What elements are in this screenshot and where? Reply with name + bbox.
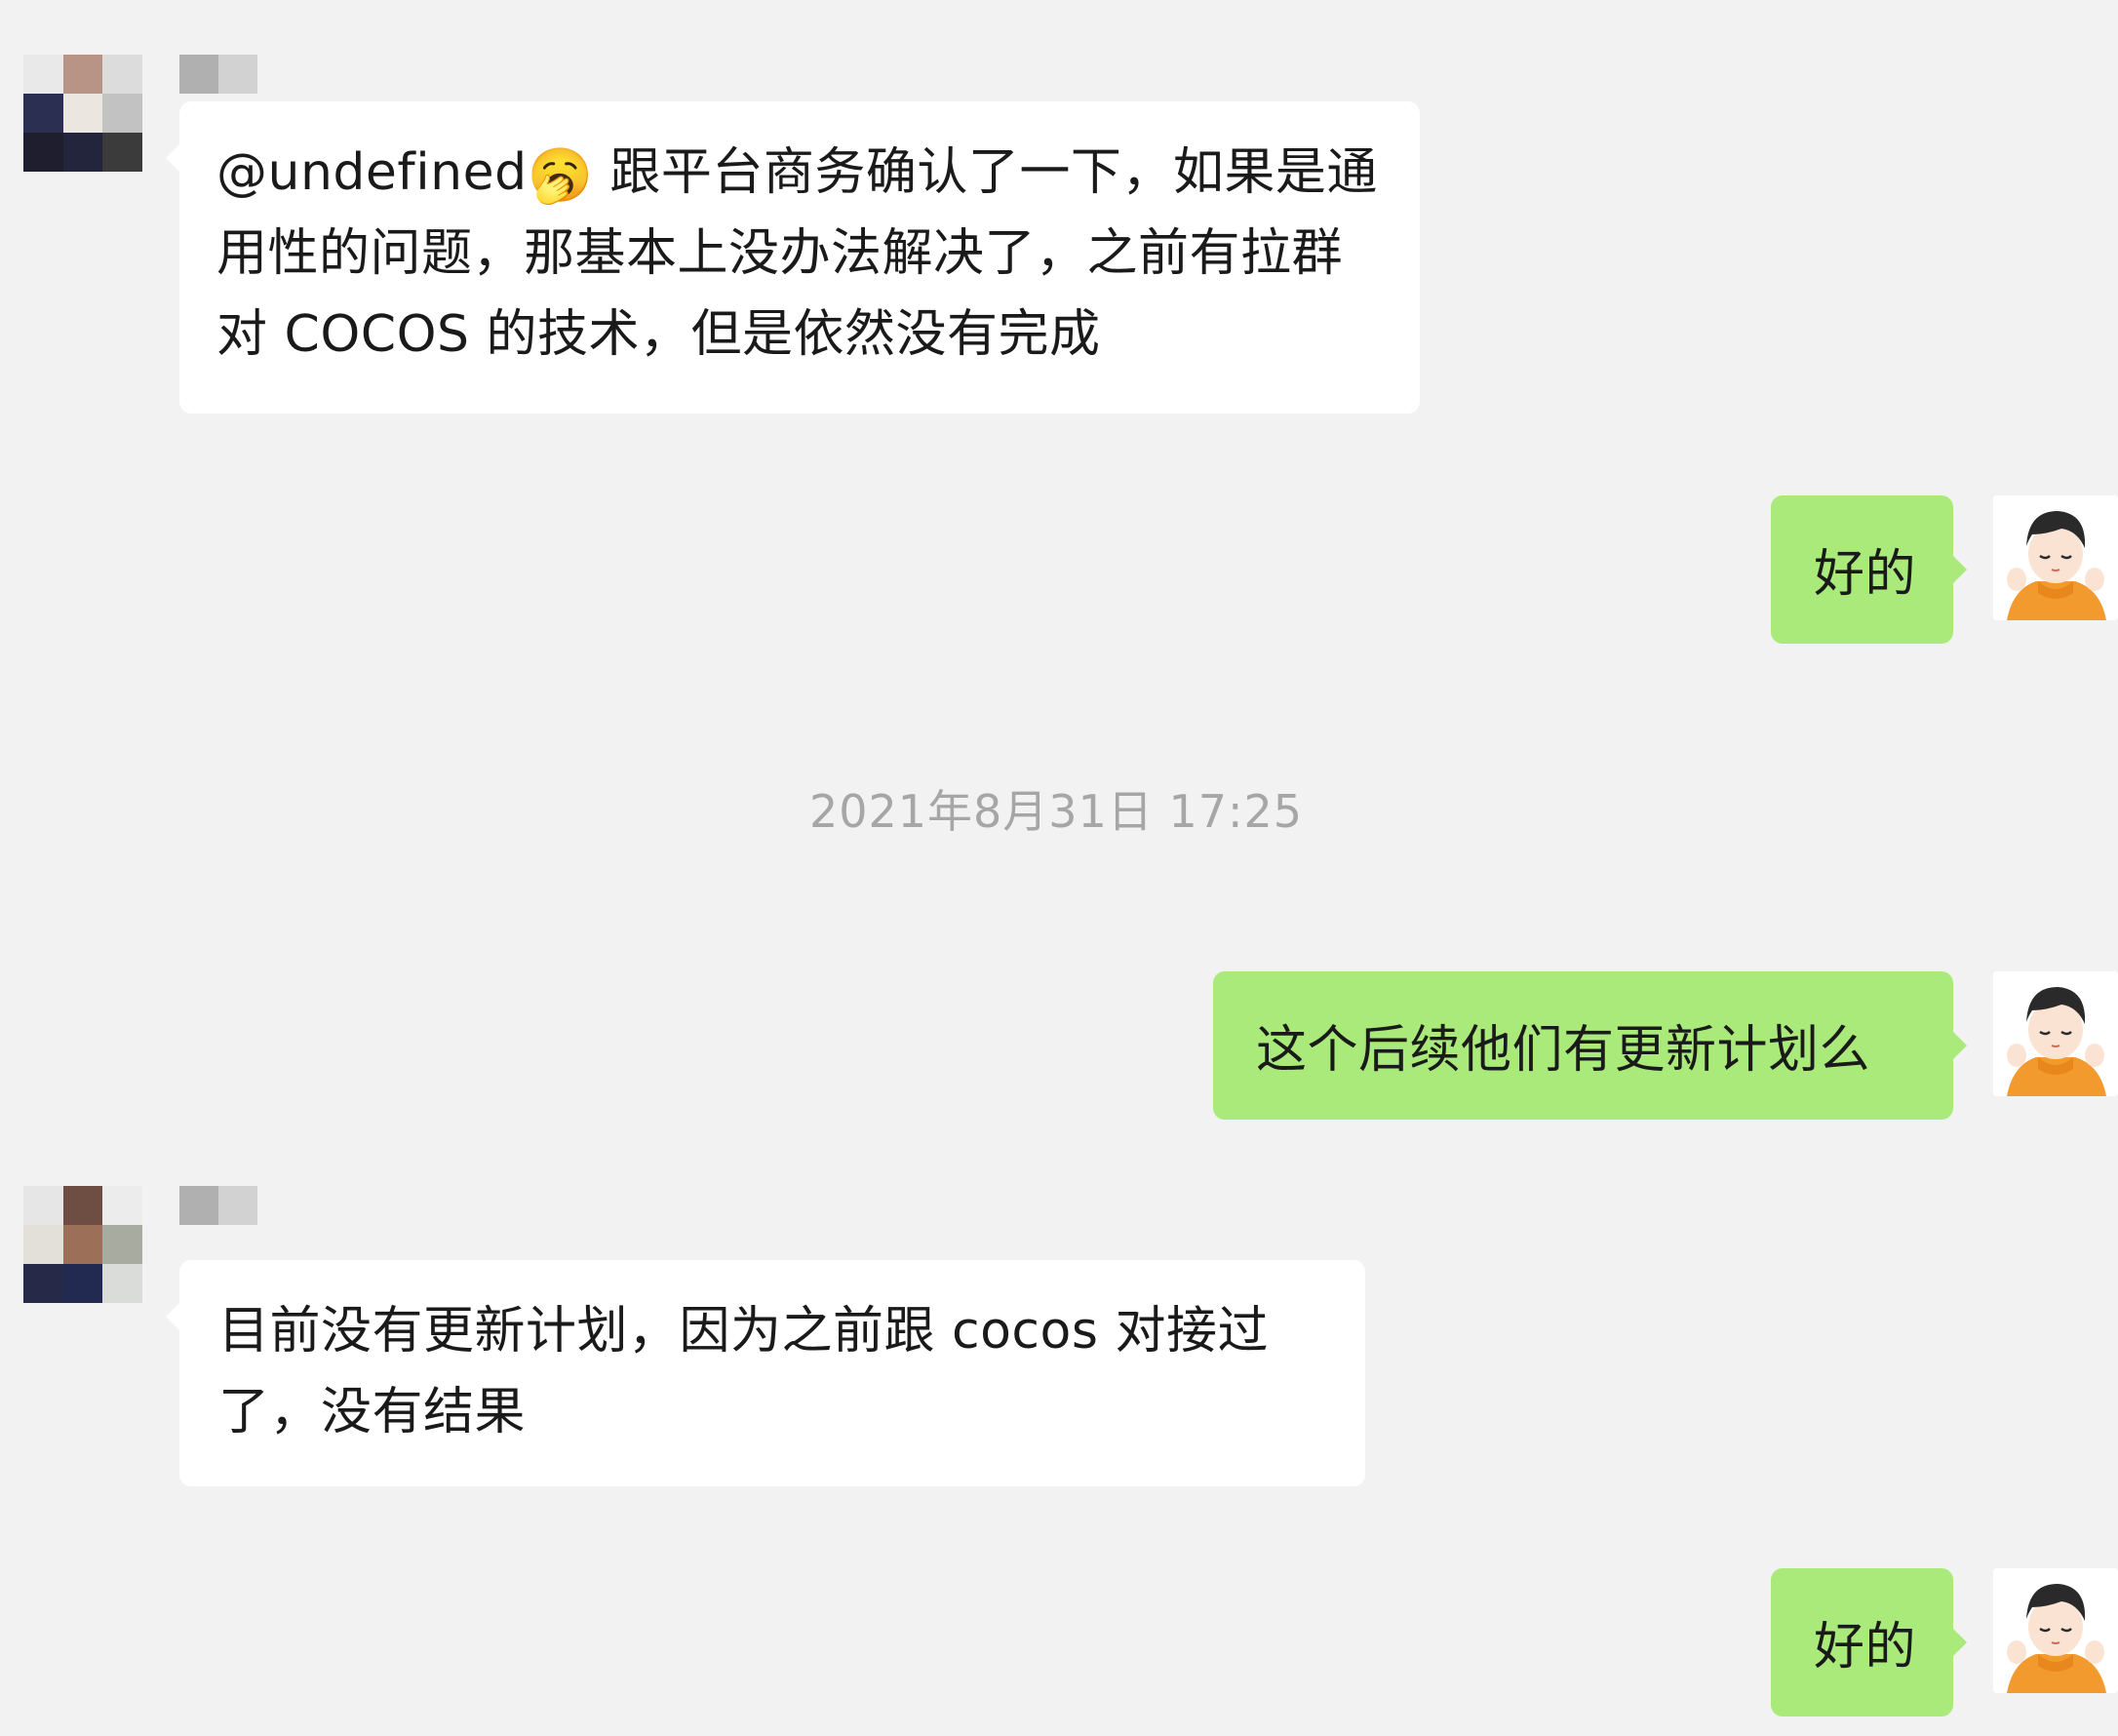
mention-text[interactable]: @undefined [216, 143, 528, 202]
contact-avatar[interactable] [23, 55, 142, 172]
message-text: 好的 [1814, 545, 1917, 604]
pixelated-avatar-icon [23, 1186, 142, 1303]
message-text: 好的 [1814, 1618, 1917, 1677]
contact-avatar[interactable] [23, 1186, 142, 1303]
cartoon-boy-avatar-icon [1993, 495, 2118, 620]
pixelated-avatar-icon [23, 55, 142, 172]
cartoon-boy-avatar-icon [1993, 971, 2118, 1096]
outgoing-message-bubble[interactable]: 好的 [1771, 1568, 1967, 1716]
timestamp-text: 2021年8月31日 17:25 [808, 785, 1304, 838]
self-avatar[interactable] [1993, 495, 2118, 620]
outgoing-message-bubble[interactable]: 好的 [1771, 495, 1967, 644]
outgoing-message-bubble[interactable]: 这个后续他们有更新计划么 [1213, 971, 1967, 1120]
message-text: 这个后续他们有更新计划么 [1256, 1021, 1871, 1080]
yawning-face-emoji-icon: 🥱 [527, 144, 594, 206]
self-avatar[interactable] [1993, 1568, 2118, 1693]
timestamp-divider: 2021年8月31日 17:25 [0, 776, 2118, 841]
cartoon-boy-avatar-icon [1993, 1568, 2118, 1693]
sender-name-blurred [179, 1186, 257, 1225]
chat-view: @undefined🥱 跟平台商务确认了一下，如果是通用性的问题，那基本上没办法… [0, 0, 2118, 1736]
sender-name-blurred [179, 55, 257, 94]
incoming-message-bubble[interactable]: 目前没有更新计划，因为之前跟 cocos 对接过了，没有结果 [166, 1260, 1365, 1486]
message-text: 目前没有更新计划，因为之前跟 cocos 对接过了，没有结果 [218, 1302, 1269, 1441]
incoming-message-bubble[interactable]: @undefined🥱 跟平台商务确认了一下，如果是通用性的问题，那基本上没办法… [166, 101, 1420, 414]
self-avatar[interactable] [1993, 971, 2118, 1096]
